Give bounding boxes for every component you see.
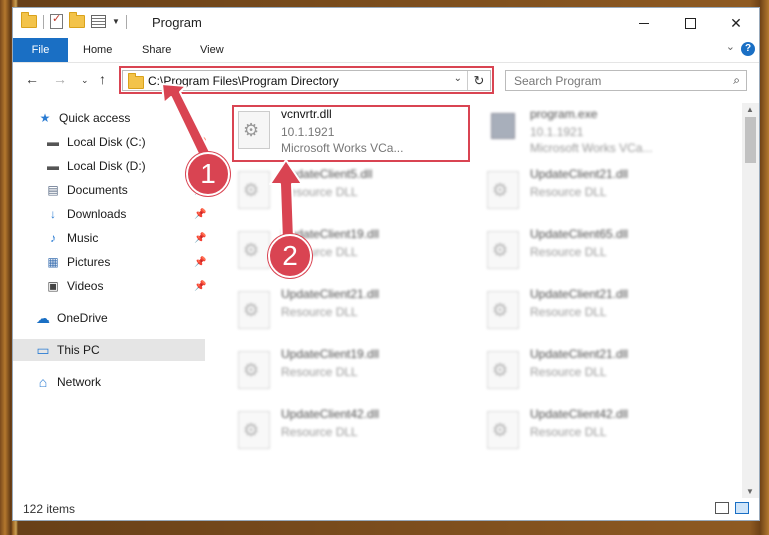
step-badge-1: 1 (186, 152, 230, 196)
step-badge-2: 2 (268, 234, 312, 278)
annotation-arrows (161, 83, 303, 241)
arrow-2 (269, 159, 303, 241)
